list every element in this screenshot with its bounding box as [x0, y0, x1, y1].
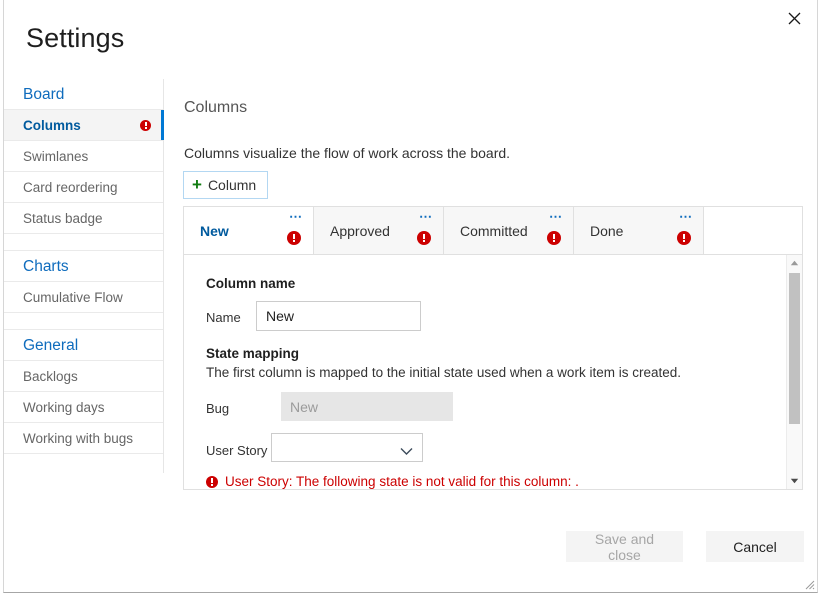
ellipsis-icon[interactable]: ⋯ [419, 210, 433, 223]
sidebar-item-label: Swimlanes [23, 148, 89, 164]
columns-panel: New ⋯ Approved ⋯ Committed ⋯ Done ⋯ Colu… [183, 206, 803, 490]
error-icon [547, 231, 561, 245]
form-vertical-scrollbar[interactable] [786, 255, 802, 489]
error-icon [417, 231, 431, 245]
dialog-title: Settings [26, 23, 125, 53]
window-right-edge [818, 0, 827, 600]
sidebar-group-general: General [4, 330, 163, 361]
ellipsis-icon[interactable]: ⋯ [549, 210, 563, 223]
error-icon [206, 475, 218, 488]
column-tab-strip: New ⋯ Approved ⋯ Committed ⋯ Done ⋯ [184, 207, 802, 255]
error-icon [677, 231, 691, 245]
column-settings-form: Column name Name State mapping The first… [184, 254, 802, 489]
sidebar-item-columns[interactable]: Columns [4, 110, 164, 141]
caret-down-icon[interactable] [787, 473, 802, 489]
sidebar-item-label: Columns [23, 117, 81, 133]
settings-sidebar: Board Columns Swimlanes Card reordering … [4, 79, 164, 473]
window-bottom-edge [0, 594, 827, 600]
user-story-state-dropdown[interactable] [271, 433, 423, 462]
column-tab-done[interactable]: Done ⋯ [574, 207, 704, 254]
chevron-down-icon [400, 443, 413, 459]
sidebar-divider [4, 234, 163, 251]
caret-up-icon[interactable] [787, 255, 802, 271]
user-story-field-label: User Story [206, 443, 268, 458]
dialog-footer: Save and close Cancel [4, 510, 817, 592]
sidebar-item-working-with-bugs[interactable]: Working with bugs [4, 423, 163, 454]
sidebar-group-board: Board [4, 79, 163, 110]
bug-state-input [281, 392, 453, 421]
sidebar-item-backlogs[interactable]: Backlogs [4, 361, 163, 392]
column-tab-approved[interactable]: Approved ⋯ [314, 207, 444, 254]
sidebar-item-cumulative-flow[interactable]: Cumulative Flow [4, 282, 163, 313]
ellipsis-icon[interactable]: ⋯ [679, 210, 693, 223]
sidebar-item-card-reordering[interactable]: Card reordering [4, 172, 163, 203]
page-description: Columns visualize the flow of work acros… [184, 145, 511, 161]
state-mapping-description: The first column is mapped to the initia… [206, 365, 681, 380]
sidebar-group-charts: Charts [4, 251, 163, 282]
validation-error-text: User Story: The following state is not v… [225, 474, 579, 489]
state-mapping-heading: State mapping [206, 346, 300, 361]
sidebar-item-label: Working days [23, 399, 105, 415]
cancel-button[interactable]: Cancel [706, 531, 804, 562]
sidebar-item-label: Status badge [23, 210, 103, 226]
tab-strip-filler [704, 207, 802, 255]
sidebar-item-swimlanes[interactable]: Swimlanes [4, 141, 163, 172]
sidebar-item-status-badge[interactable]: Status badge [4, 203, 163, 234]
add-column-label: Column [207, 177, 257, 193]
page-title: Columns [184, 99, 248, 116]
column-tab-committed[interactable]: Committed ⋯ [444, 207, 574, 254]
add-column-button[interactable]: + Column [183, 171, 269, 199]
name-input[interactable] [256, 301, 421, 331]
validation-error: User Story: The following state is not v… [206, 474, 579, 489]
sidebar-item-label: Cumulative Flow [23, 289, 123, 305]
bug-field-label: Bug [206, 401, 230, 416]
plus-icon: + [192, 174, 202, 194]
column-tab-new[interactable]: New ⋯ [184, 207, 314, 254]
sidebar-divider [4, 313, 163, 330]
sidebar-item-working-days[interactable]: Working days [4, 392, 163, 423]
resize-grip-icon[interactable] [802, 577, 815, 590]
error-icon [287, 231, 301, 245]
sidebar-item-label: Card reordering [23, 179, 118, 195]
error-icon [140, 119, 151, 131]
sidebar-item-label: Working with bugs [23, 430, 134, 446]
column-name-heading: Column name [206, 276, 296, 291]
scrollbar-thumb[interactable] [789, 273, 800, 424]
sidebar-item-label: Backlogs [23, 368, 78, 384]
ellipsis-icon[interactable]: ⋯ [289, 210, 303, 223]
settings-dialog: Settings Board Columns Swimlanes Card re… [3, 0, 818, 593]
name-field-label: Name [206, 310, 241, 325]
close-icon[interactable] [779, 4, 809, 32]
save-and-close-button[interactable]: Save and close [566, 531, 683, 563]
